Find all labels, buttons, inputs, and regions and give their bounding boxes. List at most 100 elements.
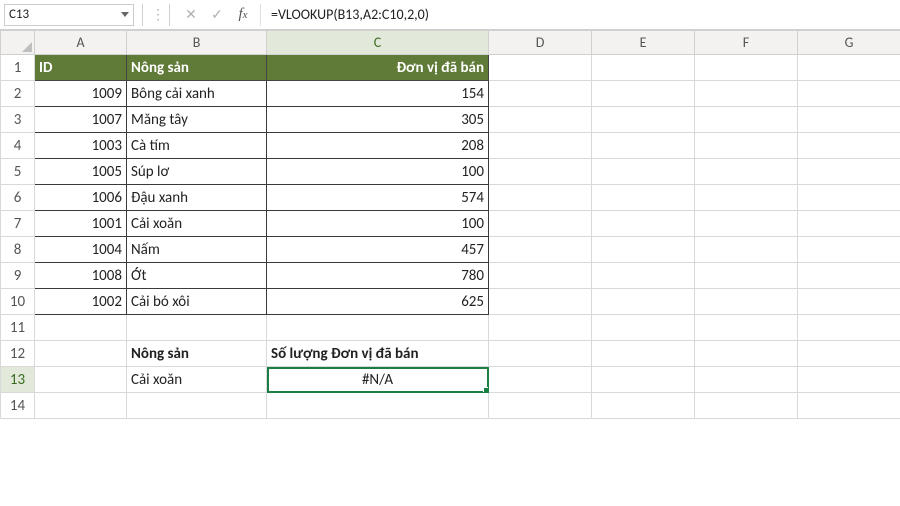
cell-A3[interactable]: 1007 [35, 107, 127, 133]
cell[interactable] [489, 211, 592, 237]
row-header[interactable]: 6 [1, 185, 35, 211]
cell[interactable] [489, 107, 592, 133]
cell[interactable] [798, 367, 900, 393]
cell[interactable] [798, 81, 900, 107]
cell[interactable] [489, 133, 592, 159]
cell-C1[interactable]: Đơn vị đã bán [267, 55, 489, 81]
cell-A7[interactable]: 1001 [35, 211, 127, 237]
cell[interactable] [592, 315, 695, 341]
cell[interactable] [127, 393, 267, 419]
col-header-G[interactable]: G [798, 31, 900, 55]
cell[interactable] [798, 185, 900, 211]
cell[interactable] [489, 393, 592, 419]
cell[interactable] [489, 81, 592, 107]
cell-C4[interactable]: 208 [267, 133, 489, 159]
cell[interactable] [695, 107, 798, 133]
cell[interactable] [695, 315, 798, 341]
worksheet[interactable]: A B C D E F G 1 ID Nông sản Đơn vị đã bá… [0, 30, 900, 419]
cell[interactable] [798, 133, 900, 159]
cell-C5[interactable]: 100 [267, 159, 489, 185]
cell[interactable] [695, 81, 798, 107]
cell[interactable] [592, 367, 695, 393]
cell[interactable] [695, 393, 798, 419]
row-header[interactable]: 3 [1, 107, 35, 133]
chevron-down-icon[interactable] [121, 12, 129, 17]
cell-A1[interactable]: ID [35, 55, 127, 81]
row-header[interactable]: 1 [1, 55, 35, 81]
cell-B3[interactable]: Măng tây [127, 107, 267, 133]
cell[interactable] [592, 263, 695, 289]
cell[interactable] [695, 55, 798, 81]
cell[interactable] [592, 289, 695, 315]
cancel-formula-button[interactable]: ✕ [178, 4, 204, 26]
cell[interactable] [695, 159, 798, 185]
cell-A12[interactable] [35, 341, 127, 367]
cell[interactable] [798, 315, 900, 341]
select-all-corner[interactable] [1, 31, 35, 55]
cell-A2[interactable]: 1009 [35, 81, 127, 107]
cell[interactable] [35, 315, 127, 341]
cell-C10[interactable]: 625 [267, 289, 489, 315]
cell[interactable] [489, 289, 592, 315]
cell[interactable] [798, 263, 900, 289]
cell-A4[interactable]: 1003 [35, 133, 127, 159]
col-header-A[interactable]: A [35, 31, 127, 55]
cell[interactable] [489, 263, 592, 289]
cell[interactable] [695, 185, 798, 211]
cell-B8[interactable]: Nấm [127, 237, 267, 263]
cell[interactable] [35, 393, 127, 419]
cell[interactable] [695, 367, 798, 393]
cell[interactable] [592, 55, 695, 81]
row-header[interactable]: 2 [1, 81, 35, 107]
col-header-F[interactable]: F [695, 31, 798, 55]
cell[interactable] [267, 315, 489, 341]
cell-B10[interactable]: Cải bó xôi [127, 289, 267, 315]
cell[interactable] [592, 159, 695, 185]
cell[interactable] [489, 341, 592, 367]
row-header[interactable]: 7 [1, 211, 35, 237]
cell[interactable] [489, 315, 592, 341]
cell-B7[interactable]: Cải xoăn [127, 211, 267, 237]
fx-icon[interactable]: fx [230, 4, 256, 26]
cell[interactable] [592, 393, 695, 419]
cell-A5[interactable]: 1005 [35, 159, 127, 185]
col-header-D[interactable]: D [489, 31, 592, 55]
cell-B9[interactable]: Ớt [127, 263, 267, 289]
cell[interactable] [489, 367, 592, 393]
cell[interactable] [695, 133, 798, 159]
cell[interactable] [695, 289, 798, 315]
cell-C9[interactable]: 780 [267, 263, 489, 289]
cell[interactable] [592, 185, 695, 211]
cell-B4[interactable]: Cà tím [127, 133, 267, 159]
cell-C12[interactable]: Số lượng Đơn vị đã bán [267, 341, 489, 367]
drag-handle-icon[interactable]: ⋮ [151, 6, 161, 23]
cell-A6[interactable]: 1006 [35, 185, 127, 211]
cell[interactable] [798, 393, 900, 419]
cell[interactable] [798, 159, 900, 185]
cell[interactable] [592, 211, 695, 237]
cell[interactable] [798, 55, 900, 81]
cell-B5[interactable]: Súp lơ [127, 159, 267, 185]
row-header[interactable]: 10 [1, 289, 35, 315]
cell-B1[interactable]: Nông sản [127, 55, 267, 81]
col-header-B[interactable]: B [127, 31, 267, 55]
row-header[interactable]: 9 [1, 263, 35, 289]
cell[interactable] [592, 133, 695, 159]
cell-B2[interactable]: Bông cải xanh [127, 81, 267, 107]
cell[interactable] [798, 341, 900, 367]
row-header[interactable]: 13 [1, 367, 35, 393]
col-header-C[interactable]: C [267, 31, 489, 55]
row-header[interactable]: 12 [1, 341, 35, 367]
col-header-E[interactable]: E [592, 31, 695, 55]
cell[interactable] [695, 237, 798, 263]
cell-B13[interactable]: Cải xoăn [127, 367, 267, 393]
cell[interactable] [798, 237, 900, 263]
row-header[interactable]: 14 [1, 393, 35, 419]
cell-A9[interactable]: 1008 [35, 263, 127, 289]
cell-A8[interactable]: 1004 [35, 237, 127, 263]
cell[interactable] [489, 185, 592, 211]
cell[interactable] [127, 315, 267, 341]
cell[interactable] [798, 211, 900, 237]
cell[interactable] [592, 341, 695, 367]
cell-B6[interactable]: Đậu xanh [127, 185, 267, 211]
